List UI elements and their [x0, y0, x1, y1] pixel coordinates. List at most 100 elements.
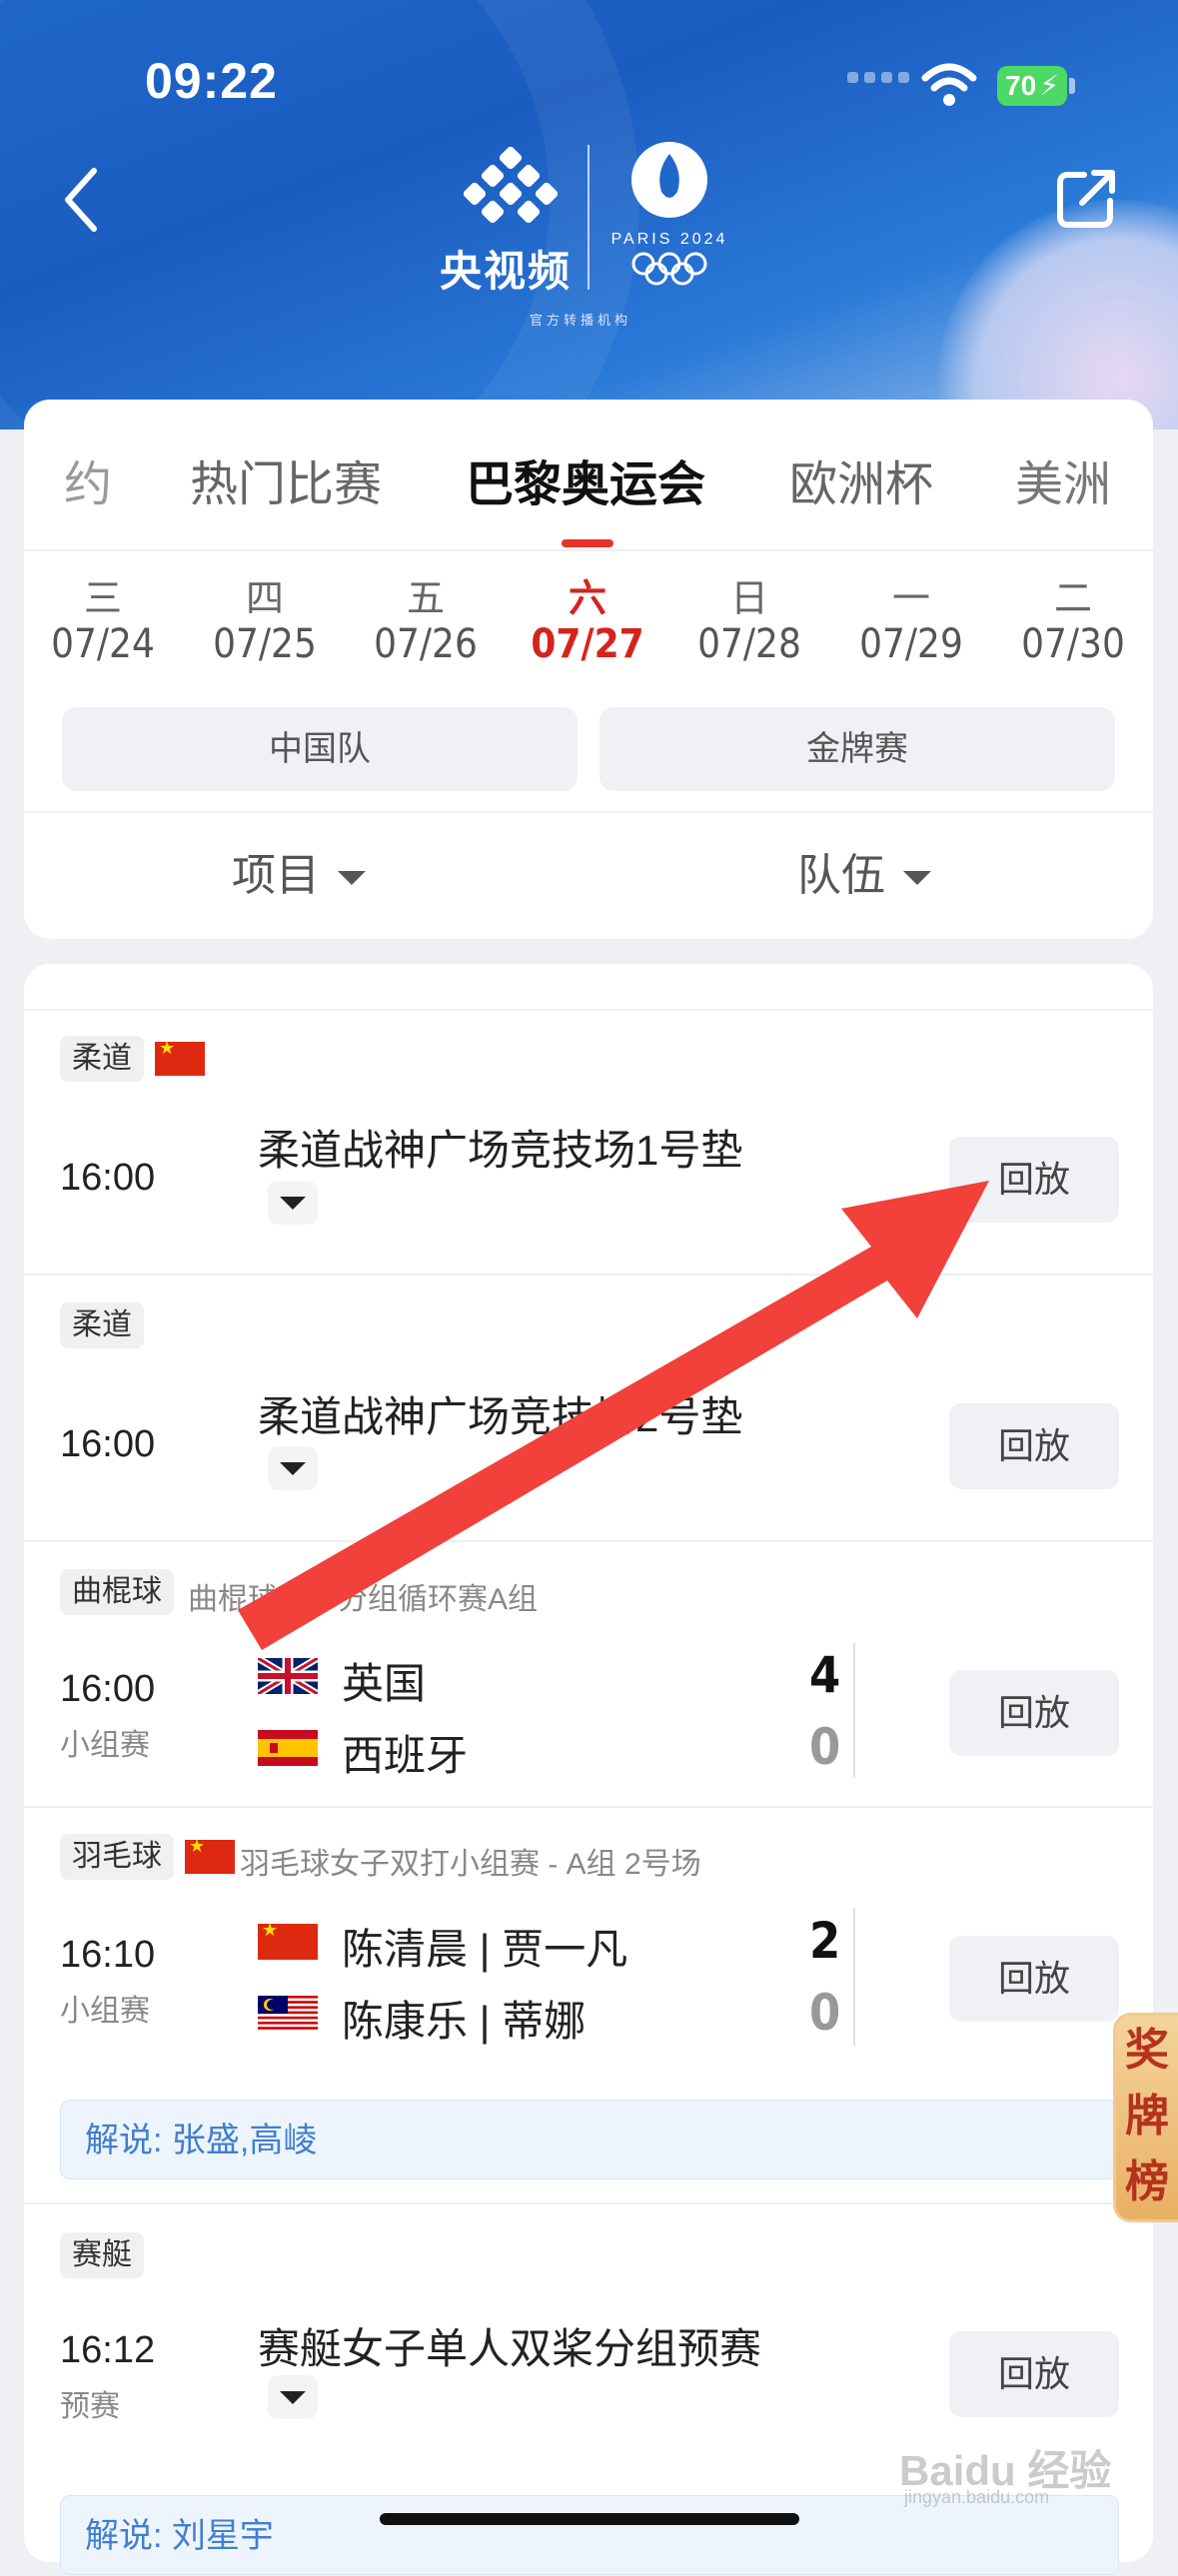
medal-label-char: 奖	[1125, 2026, 1169, 2075]
expand-icon[interactable]	[268, 1181, 318, 1225]
battery-indicator: 70 ⚡	[997, 66, 1067, 106]
date-item-sat[interactable]: 六 07/27	[518, 567, 657, 667]
date-label: 07/30	[1021, 621, 1125, 667]
date-label: 07/27	[531, 621, 644, 667]
medal-label-char: 榜	[1125, 2157, 1169, 2206]
china-flag-icon	[185, 1836, 235, 1874]
expand-icon[interactable]	[268, 2375, 318, 2419]
wifi-icon	[921, 63, 977, 106]
match-time: 16:00	[60, 1157, 156, 1199]
team-name: 陈清晨 | 贾一凡	[342, 1926, 628, 1973]
match-venue: 柔道战神广场竞技场2号垫	[258, 1393, 743, 1440]
brand-name: 央视频	[440, 248, 573, 295]
match-venue: 赛艇女子单人双桨分组预赛	[258, 2325, 762, 2372]
share-icon[interactable]	[1054, 165, 1120, 231]
team-name: 英国	[342, 1660, 427, 1707]
match-time: 16:00	[60, 1423, 156, 1465]
tab-euro-cup[interactable]: 欧洲杯	[789, 444, 933, 514]
replay-button[interactable]: 回放	[949, 1403, 1119, 1489]
tab-paris-olympics[interactable]: 巴黎奥运会	[466, 444, 705, 514]
paris-2024-logo-icon: PARIS 2024	[611, 142, 728, 286]
team-score: 2	[809, 1912, 841, 1970]
date-label: 07/29	[859, 621, 963, 667]
filter-divider	[24, 811, 1153, 813]
date-label: 07/26	[374, 621, 478, 667]
replay-button[interactable]: 回放	[949, 1137, 1119, 1223]
weekday-label: 日	[729, 578, 768, 620]
row-divider	[24, 2202, 1153, 2204]
expand-icon[interactable]	[268, 1446, 318, 1490]
weekday-label: 一	[891, 578, 930, 620]
replay-button[interactable]: 回放	[949, 1670, 1119, 1756]
score-divider	[853, 1643, 855, 1778]
match-venue: 柔道战神广场竞技场1号垫	[258, 1127, 743, 1174]
china-flag-icon	[155, 1038, 205, 1076]
china-flag-icon	[258, 1920, 318, 1960]
gold-match-filter-button[interactable]: 金牌赛	[599, 707, 1115, 791]
header-glow	[938, 200, 1178, 429]
date-item-tue[interactable]: 二 07/30	[1003, 567, 1143, 667]
home-indicator	[380, 2513, 799, 2525]
date-label: 07/24	[51, 621, 155, 667]
weekday-label: 二	[1053, 578, 1092, 620]
team-name: 陈康乐 | 蒂娜	[342, 1998, 587, 2045]
team-score: 4	[809, 1646, 841, 1704]
brand-subtitle: 官方转播机构	[530, 313, 632, 328]
tab-appointment[interactable]: 约	[64, 444, 112, 514]
match-stage: 预赛	[60, 2390, 120, 2423]
spain-flag-icon	[258, 1730, 318, 1766]
date-item-sun[interactable]: 日 07/28	[679, 567, 819, 667]
row-divider	[24, 1009, 1153, 1011]
cellular-signal-icon	[847, 72, 909, 83]
date-label: 07/28	[697, 621, 801, 667]
match-stage: 小组赛	[60, 1995, 150, 2028]
match-time: 16:00	[60, 1668, 156, 1710]
uk-flag-icon	[258, 1658, 318, 1694]
row-divider	[24, 1274, 1153, 1276]
malaysia-flag-icon	[258, 1996, 318, 2032]
replay-button[interactable]: 回放	[949, 1936, 1119, 2022]
tab-copa-america[interactable]: 美洲	[1015, 444, 1111, 514]
date-item-wed[interactable]: 三 07/24	[33, 567, 173, 667]
weekday-label: 五	[406, 578, 445, 620]
tab-hot-matches[interactable]: 热门比赛	[190, 444, 382, 514]
sport-tag: 柔道	[60, 1036, 144, 1082]
date-label: 07/25	[213, 621, 317, 667]
match-time: 16:10	[60, 1934, 156, 1976]
team-name: 西班牙	[342, 1732, 469, 1779]
match-subtitle: 曲棍球男子分组循环赛A组	[188, 1583, 539, 1616]
baidu-watermark-url: jingyan.baidu.com	[904, 2487, 1050, 2507]
tab-divider	[24, 549, 1153, 551]
sport-tag: 柔道	[60, 1302, 144, 1348]
score-divider	[853, 1908, 855, 2046]
date-item-thu[interactable]: 四 07/25	[195, 567, 335, 667]
row-divider	[24, 1540, 1153, 1542]
weekday-label: 三	[83, 578, 122, 620]
date-item-mon[interactable]: 一 07/29	[841, 567, 981, 667]
paris-label: PARIS 2024	[611, 231, 728, 248]
back-icon[interactable]	[60, 165, 100, 235]
team-score: 0	[809, 1718, 841, 1776]
status-time: 09:22	[145, 53, 278, 109]
sport-tag: 曲棍球	[60, 1569, 174, 1615]
active-tab-indicator	[562, 539, 613, 547]
project-dropdown[interactable]: 项目	[232, 839, 366, 903]
match-stage: 小组赛	[60, 1729, 150, 1762]
replay-button[interactable]: 回放	[949, 2331, 1119, 2417]
row-divider	[24, 1806, 1153, 1808]
team-score: 0	[809, 1984, 841, 2042]
team-dropdown[interactable]: 队伍	[797, 839, 931, 903]
match-time: 16:12	[60, 2329, 156, 2371]
china-team-filter-button[interactable]: 中国队	[62, 707, 578, 791]
medal-label-char: 牌	[1125, 2092, 1169, 2141]
weekday-label: 四	[245, 578, 284, 620]
commentary-info: 解说: 张盛,高崚	[60, 2100, 1119, 2179]
match-subtitle: 羽毛球女子双打小组赛 - A组 2号场	[240, 1848, 701, 1881]
date-item-fri[interactable]: 五 07/26	[356, 567, 496, 667]
battery-tip	[1069, 78, 1075, 94]
medal-table-button[interactable]: 奖 牌 榜	[1113, 2013, 1178, 2222]
caret-down-icon	[338, 871, 366, 886]
project-dropdown-label: 项目	[232, 851, 320, 900]
sport-tag: 羽毛球	[60, 1834, 174, 1880]
team-dropdown-label: 队伍	[797, 851, 885, 900]
